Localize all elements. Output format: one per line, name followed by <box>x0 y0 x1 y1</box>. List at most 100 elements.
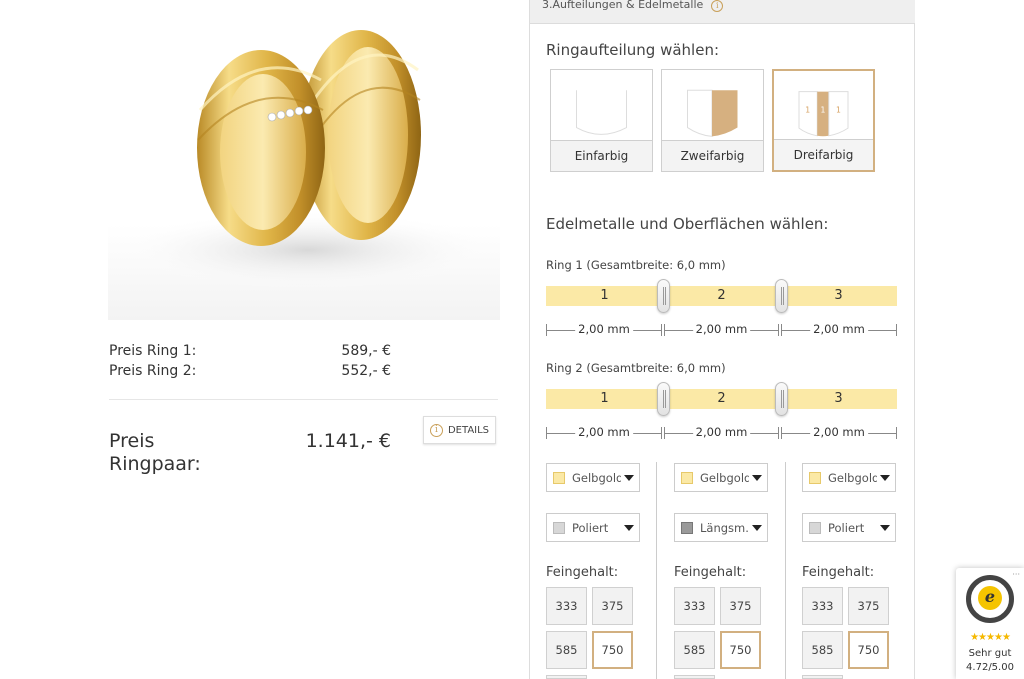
price-ring-1-label: Preis Ring 1: <box>109 343 197 359</box>
info-icon[interactable]: i <box>711 0 724 12</box>
ring-1-segment-2: 2 <box>717 288 726 303</box>
fineness-750[interactable]: 750 <box>720 631 761 669</box>
rating-grade: Sehr gut <box>968 648 1012 659</box>
surface-swatch-icon <box>553 521 565 534</box>
ring-2-segment-1: 1 <box>600 391 609 406</box>
ring-1-segment-1: 1 <box>600 288 609 303</box>
surface-select-value: Poliert <box>828 520 865 535</box>
step-header: 3.Aufteilungen & Edelmetalle i <box>530 0 915 24</box>
caret-down-icon <box>880 524 890 531</box>
surface-select-segment-2[interactable]: Längsm... <box>674 513 768 542</box>
details-button[interactable]: i DETAILS <box>423 416 496 444</box>
fineness-333[interactable]: 333 <box>546 587 587 625</box>
gold-swatch-icon <box>809 471 821 484</box>
dimension-line: 2,00 mm <box>781 322 897 336</box>
ring-2-divider-handle-2[interactable] <box>775 382 788 416</box>
caret-down-icon <box>880 474 890 481</box>
fineness-375[interactable]: 375 <box>720 587 761 625</box>
split-option-label: Zweifarbig <box>662 140 763 171</box>
split-option-einfarbig[interactable]: Einfarbig <box>550 69 653 172</box>
surface-swatch-icon <box>681 521 693 534</box>
details-button-label: DETAILS <box>447 424 490 436</box>
price-ring-2: Preis Ring 2: 552,- € <box>109 363 391 383</box>
dimension-line: 2,00 mm <box>781 425 897 439</box>
fineness-extra-partial[interactable] <box>546 675 587 679</box>
dimension-line: 2,00 mm <box>664 425 779 439</box>
surface-select-value: Längsm... <box>700 520 749 535</box>
column-divider <box>785 462 786 679</box>
more-icon: ··· <box>1012 570 1020 579</box>
total-price-value: 1.141,- € <box>305 430 391 452</box>
trusted-shops-badge[interactable]: ··· e ★★★★★ Sehr gut 4.72/5.00 <box>956 568 1024 679</box>
split-digit-1: 1 <box>805 106 810 115</box>
metal-select-value: Gelbgold <box>572 470 621 485</box>
dimension-line: 2,00 mm <box>664 322 779 336</box>
fineness-extra-partial[interactable] <box>674 675 715 679</box>
gold-swatch-icon <box>681 471 693 484</box>
ring-1-segment-3: 3 <box>834 288 843 303</box>
segment-width: 2,00 mm <box>810 425 868 439</box>
fineness-585[interactable]: 585 <box>546 631 587 669</box>
split-option-label: Dreifarbig <box>774 139 873 170</box>
split-digit-2: 1 <box>821 106 826 115</box>
surface-select-segment-3[interactable]: Poliert <box>802 513 896 542</box>
caret-down-icon <box>752 524 762 531</box>
ring-1-divider-handle-2[interactable] <box>775 279 788 313</box>
segment-width: 2,00 mm <box>692 425 751 439</box>
fineness-333[interactable]: 333 <box>802 587 843 625</box>
fineness-label: Feingehalt: <box>674 565 747 580</box>
step-header-title: 3.Aufteilungen & Edelmetalle <box>542 0 704 11</box>
fineness-585[interactable]: 585 <box>802 631 843 669</box>
fineness-333[interactable]: 333 <box>674 587 715 625</box>
ring-2-width-label: Ring 2 (Gesamtbreite: 6,0 mm) <box>546 361 726 375</box>
split-digit-3: 1 <box>836 106 841 115</box>
ring-1-width-label: Ring 1 (Gesamtbreite: 6,0 mm) <box>546 258 726 272</box>
metals-section-title: Edelmetalle und Oberflächen wählen: <box>546 215 829 233</box>
split-section-title: Ringaufteilung wählen: <box>546 41 720 59</box>
fineness-750[interactable]: 750 <box>592 631 633 669</box>
caret-down-icon <box>624 474 634 481</box>
fineness-585[interactable]: 585 <box>674 631 715 669</box>
rating-stars: ★★★★★ <box>970 632 1011 643</box>
segment-width: 2,00 mm <box>692 322 751 336</box>
ring-pair-illustration <box>118 30 498 290</box>
surface-swatch-icon <box>809 521 821 534</box>
surface-select-segment-1[interactable]: Poliert <box>546 513 640 542</box>
fineness-extra-partial[interactable] <box>802 675 843 679</box>
fineness-375[interactable]: 375 <box>592 587 633 625</box>
configurator-page: Preis Ring 1: 589,- € Preis Ring 2: 552,… <box>0 0 1024 679</box>
surface-select-value: Poliert <box>572 520 609 535</box>
split-option-dreifarbig[interactable]: 1 1 1 Dreifarbig <box>772 69 875 172</box>
metal-select-value: Gelbgold <box>828 470 877 485</box>
ring-2-divider-handle-1[interactable] <box>657 382 670 416</box>
ring-2-segment-bar[interactable]: 1 2 3 <box>546 389 897 409</box>
ring-pair-image <box>108 0 500 320</box>
ring-2-segment-3: 3 <box>834 391 843 406</box>
metal-select-segment-3[interactable]: Gelbgold <box>802 463 896 492</box>
dimension-line: 2,00 mm <box>546 322 662 336</box>
metal-select-segment-1[interactable]: Gelbgold <box>546 463 640 492</box>
price-ring-1-value: 589,- € <box>341 343 391 359</box>
split-option-label: Einfarbig <box>551 140 652 171</box>
trusted-shops-seal-icon: e <box>966 575 1014 623</box>
ring-1-segment-bar[interactable]: 1 2 3 <box>546 286 897 306</box>
rating-score: 4.72/5.00 <box>966 662 1014 673</box>
single-color-ring-icon <box>576 90 627 135</box>
ring-1-divider-handle-1[interactable] <box>657 279 670 313</box>
metal-select-segment-2[interactable]: Gelbgold <box>674 463 768 492</box>
fineness-label: Feingehalt: <box>802 565 875 580</box>
two-color-ring-icon <box>687 89 738 137</box>
total-price-label: Preis Ringpaar: <box>109 430 201 475</box>
segment-width: 2,00 mm <box>575 322 633 336</box>
price-ring-2-label: Preis Ring 2: <box>109 363 197 379</box>
segment-width: 2,00 mm <box>810 322 868 336</box>
caret-down-icon <box>752 474 762 481</box>
price-divider <box>109 399 498 400</box>
fineness-label: Feingehalt: <box>546 565 619 580</box>
segment-width: 2,00 mm <box>575 425 633 439</box>
gold-swatch-icon <box>553 471 565 484</box>
e-logo-icon: e <box>978 586 1002 610</box>
fineness-375[interactable]: 375 <box>848 587 889 625</box>
fineness-750[interactable]: 750 <box>848 631 889 669</box>
split-option-zweifarbig[interactable]: Zweifarbig <box>661 69 764 172</box>
